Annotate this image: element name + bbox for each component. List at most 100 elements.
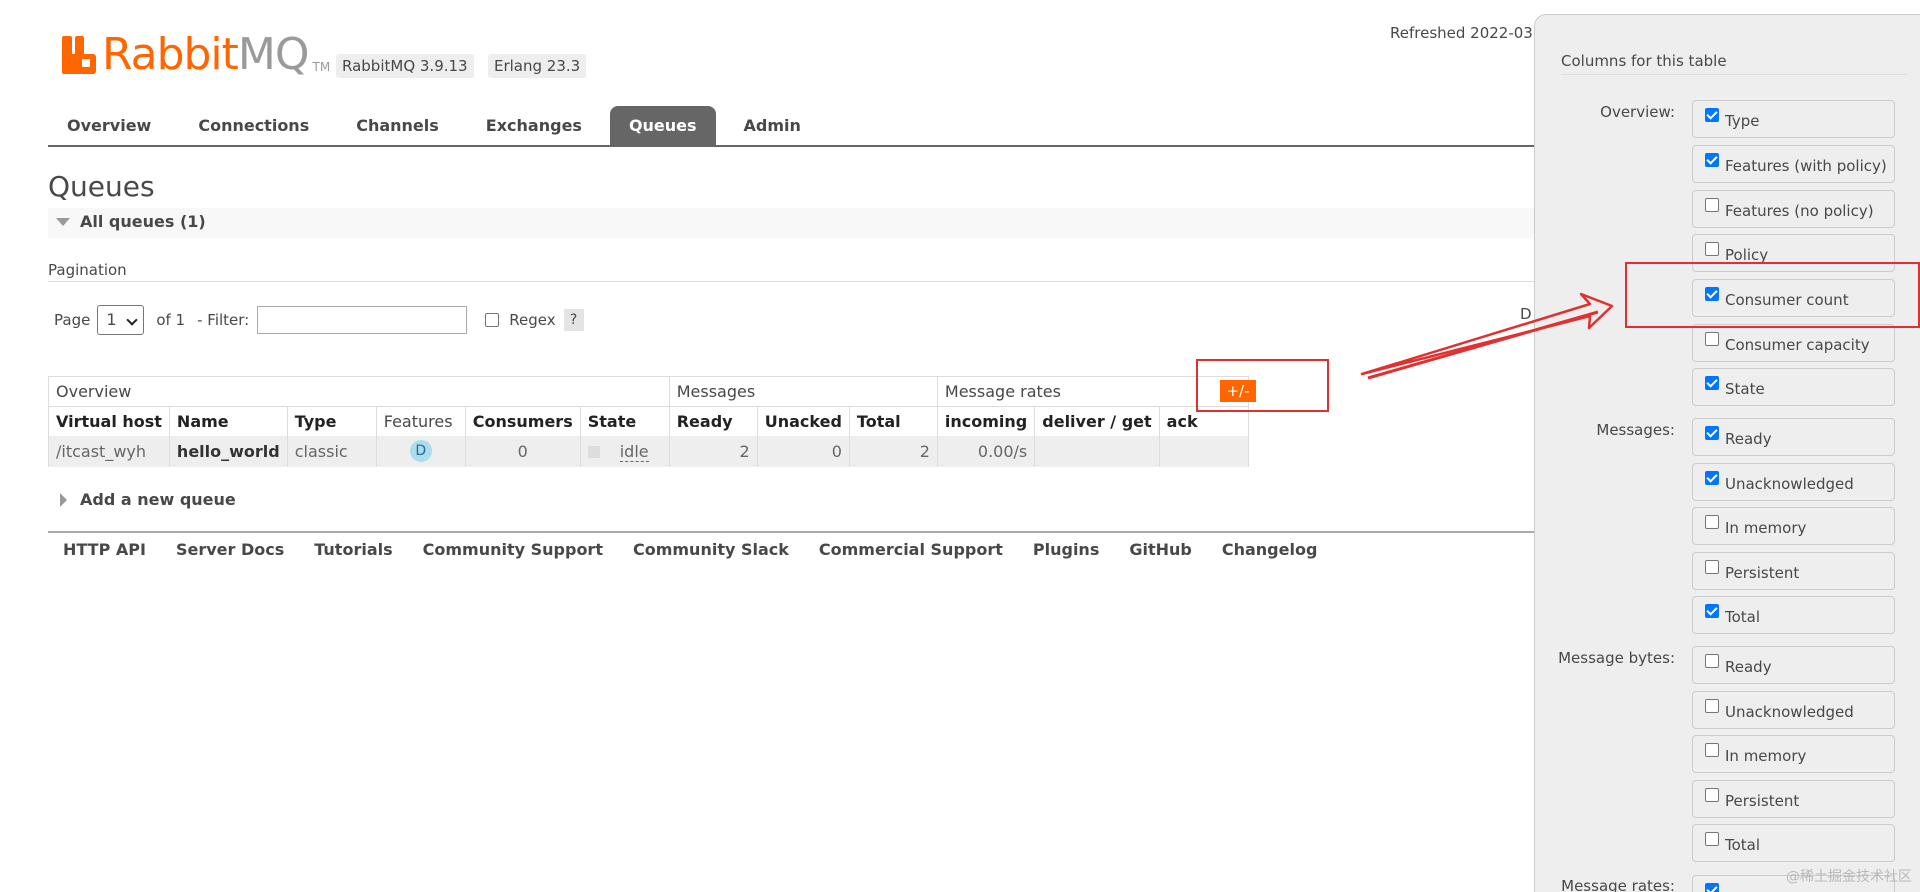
checkbox[interactable] — [1705, 832, 1719, 846]
footer-link-github[interactable]: GitHub — [1129, 540, 1192, 559]
pagination-controls: Page 1 of 1 - Filter: Regex ? — [54, 304, 584, 336]
erlang-badge: Erlang 23.3 — [488, 54, 587, 78]
logo-text-primary: Rabbit — [102, 29, 239, 80]
rabbit-icon — [62, 36, 96, 74]
footer-links: HTTP API Server Docs Tutorials Community… — [63, 540, 1317, 559]
rabbitmq-logo[interactable]: RabbitMQ TM — [62, 30, 330, 78]
tab-connections[interactable]: Connections — [179, 106, 328, 146]
filter-input[interactable] — [257, 306, 468, 334]
checkbox[interactable] — [1705, 153, 1719, 167]
checkbox[interactable] — [1705, 788, 1719, 802]
checkbox[interactable] — [1705, 332, 1719, 346]
regex-checkbox[interactable] — [485, 313, 500, 327]
column-option-bytes-ready[interactable]: Ready — [1692, 646, 1895, 684]
checkbox[interactable] — [1705, 604, 1719, 618]
column-option-consumer-capacity[interactable]: Consumer capacity — [1692, 324, 1895, 362]
checkbox[interactable] — [1705, 515, 1719, 529]
cell-consumers: 0 — [464, 435, 581, 467]
footer-link-plugins[interactable]: Plugins — [1033, 540, 1099, 559]
regex-label: Regex — [509, 311, 556, 329]
column-option-bytes-total[interactable]: Total — [1692, 824, 1895, 862]
all-queues-label: All queues (1) — [80, 212, 206, 231]
footer-link-changelog[interactable]: Changelog — [1222, 540, 1318, 559]
pagination-divider — [48, 281, 1534, 282]
checkbox[interactable] — [1705, 883, 1719, 892]
checkbox[interactable] — [1705, 699, 1719, 713]
checkbox[interactable] — [1705, 242, 1719, 256]
annotation-box-toggle — [1196, 359, 1329, 412]
group-overview: Overview — [48, 376, 670, 407]
col-name[interactable]: Name — [168, 406, 288, 436]
logo-trademark: TM — [312, 60, 331, 74]
expand-triangle-icon — [60, 492, 67, 507]
col-state[interactable]: State — [579, 406, 670, 436]
col-consumers[interactable]: Consumers — [464, 406, 581, 436]
checkbox[interactable] — [1705, 743, 1719, 757]
filter-label: - Filter: — [197, 311, 250, 329]
page-select[interactable]: 1 — [97, 305, 145, 335]
state-indicator-icon — [587, 446, 600, 458]
regex-help-button[interactable]: ? — [563, 309, 584, 331]
column-option-messages-total[interactable]: Total — [1692, 596, 1895, 634]
col-type[interactable]: Type — [286, 406, 377, 436]
col-deliver-get[interactable]: deliver / get — [1034, 406, 1160, 436]
column-option-features-with-policy[interactable]: Features (with policy) — [1692, 145, 1895, 183]
footer-divider — [48, 531, 1534, 533]
group-label-message-rates: Message rates: — [1561, 877, 1675, 892]
column-chooser-divider — [1561, 74, 1907, 75]
durable-badge: D — [409, 440, 432, 462]
tab-admin[interactable]: Admin — [725, 106, 820, 146]
column-option-state[interactable]: State — [1692, 368, 1895, 406]
column-option-type[interactable]: Type — [1692, 100, 1895, 138]
tab-channels[interactable]: Channels — [337, 106, 458, 146]
footer-link-http-api[interactable]: HTTP API — [63, 540, 146, 559]
column-option-messages-ready[interactable]: Ready — [1692, 418, 1895, 456]
column-option-messages-persistent[interactable]: Persistent — [1692, 552, 1895, 590]
logo-text-secondary: MQ — [237, 29, 310, 80]
add-queue-toggle[interactable]: Add a new queue — [60, 490, 236, 509]
footer-link-community-support[interactable]: Community Support — [423, 540, 603, 559]
col-features: Features — [375, 406, 466, 436]
all-queues-toggle[interactable]: All queues (1) — [56, 212, 206, 231]
column-option-bytes-persistent[interactable]: Persistent — [1692, 780, 1895, 818]
watermark: @稀土掘金技术社区 — [1786, 869, 1912, 885]
cell-incoming: 0.00/s — [936, 435, 1035, 467]
col-ready[interactable]: Ready — [668, 406, 758, 436]
col-total[interactable]: Total — [848, 406, 938, 436]
group-label-overview: Overview: — [1600, 103, 1675, 121]
checkbox[interactable] — [1705, 198, 1719, 212]
col-incoming[interactable]: incoming — [936, 406, 1035, 436]
page-title: Queues — [48, 170, 155, 203]
column-option-bytes-in-memory[interactable]: In memory — [1692, 735, 1895, 773]
pagination-heading: Pagination — [48, 261, 127, 279]
tab-overview[interactable]: Overview — [48, 106, 170, 146]
column-option-messages-in-memory[interactable]: In memory — [1692, 507, 1895, 545]
checkbox[interactable] — [1705, 426, 1719, 440]
queues-table: Overview Messages Message rates Virtual … — [48, 376, 1249, 467]
column-option-features-no-policy[interactable]: Features (no policy) — [1692, 190, 1895, 228]
footer-link-community-slack[interactable]: Community Slack — [633, 540, 789, 559]
footer-link-server-docs[interactable]: Server Docs — [176, 540, 284, 559]
queue-name-link[interactable]: hello_world — [168, 435, 288, 467]
col-virtual-host[interactable]: Virtual host — [48, 406, 170, 436]
col-unacked[interactable]: Unacked — [756, 406, 850, 436]
footer-link-commercial-support[interactable]: Commercial Support — [819, 540, 1003, 559]
column-option-messages-unacknowledged[interactable]: Unacknowledged — [1692, 463, 1895, 501]
checkbox[interactable] — [1705, 560, 1719, 574]
tab-queues[interactable]: Queues — [609, 106, 716, 146]
annotation-box-consumer-count — [1625, 262, 1920, 328]
table-row: /itcast_wyh hello_world classic D 0 idle… — [48, 435, 1249, 467]
truncated-label: D — [1520, 305, 1532, 323]
page-select-value: 1 — [106, 310, 117, 329]
cell-total: 2 — [848, 435, 938, 467]
checkbox[interactable] — [1705, 108, 1719, 122]
page-count-label: of 1 — [156, 311, 186, 329]
checkbox[interactable] — [1705, 471, 1719, 485]
cell-vhost: /itcast_wyh — [48, 435, 170, 467]
tab-exchanges[interactable]: Exchanges — [467, 106, 601, 146]
footer-link-tutorials[interactable]: Tutorials — [314, 540, 392, 559]
checkbox[interactable] — [1705, 376, 1719, 390]
checkbox[interactable] — [1705, 654, 1719, 668]
cell-state: idle — [619, 441, 649, 462]
column-option-bytes-unacknowledged[interactable]: Unacknowledged — [1692, 691, 1895, 729]
